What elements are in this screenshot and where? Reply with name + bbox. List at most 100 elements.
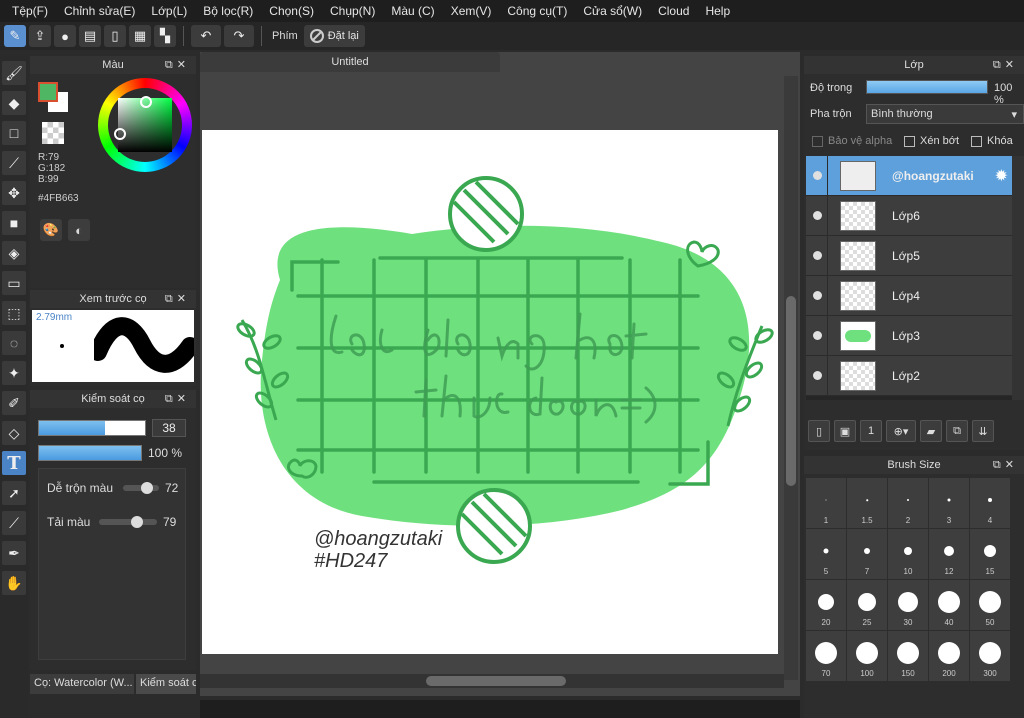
brush-size-cell[interactable]: 200 bbox=[929, 631, 969, 681]
brush-control-tab[interactable]: Kiểm soát c bbox=[136, 674, 196, 694]
select-eraser-tool[interactable]: ◇ bbox=[2, 421, 26, 445]
brush-size-cell[interactable]: 70 bbox=[806, 631, 846, 681]
brush-size-cell[interactable]: 5 bbox=[806, 529, 846, 579]
layer-visibility-toggle[interactable] bbox=[806, 356, 828, 396]
brush-size-cell[interactable]: 30 bbox=[888, 580, 928, 630]
load-slider[interactable] bbox=[99, 516, 157, 528]
menu-window[interactable]: Cửa sổ(W) bbox=[575, 4, 650, 18]
layer-list-scrollbar[interactable] bbox=[1012, 156, 1024, 400]
move-tool[interactable]: ✥ bbox=[2, 181, 26, 205]
fill-rect-tool[interactable]: ■ bbox=[2, 211, 26, 235]
message-button[interactable]: ▤ bbox=[79, 25, 101, 47]
panel-controls[interactable]: ⧉✕ bbox=[993, 458, 1018, 472]
brush-size-cell[interactable]: 10 bbox=[888, 529, 928, 579]
load-slider-knob[interactable] bbox=[131, 516, 143, 528]
palette-button[interactable]: 🎨 bbox=[40, 219, 62, 241]
panel-controls[interactable]: ⧉✕ bbox=[165, 392, 190, 406]
sv-picker[interactable] bbox=[140, 96, 152, 108]
layer-item[interactable]: Lớp4 bbox=[806, 276, 1012, 316]
menu-layer[interactable]: Lớp(L) bbox=[143, 4, 195, 18]
brush-size-cell[interactable]: 150 bbox=[888, 631, 928, 681]
lock-checkbox[interactable] bbox=[971, 136, 982, 147]
duplicate-layer-button[interactable]: ⧉ bbox=[946, 420, 968, 442]
panel-controls[interactable]: ⧉✕ bbox=[993, 58, 1018, 72]
layer-item[interactable]: Lớp5 bbox=[806, 236, 1012, 276]
brush-size-cell[interactable]: 100 bbox=[847, 631, 887, 681]
bucket-tool[interactable]: ◈ bbox=[2, 241, 26, 265]
mix-slider[interactable] bbox=[123, 482, 159, 494]
horizontal-scroll-thumb[interactable] bbox=[426, 676, 566, 686]
select-rect-tool[interactable]: ⬚ bbox=[2, 301, 26, 325]
share-button[interactable]: ⇪ bbox=[29, 25, 51, 47]
gallery-button[interactable]: ▦ bbox=[129, 25, 151, 47]
menu-filter[interactable]: Bộ lọc(R) bbox=[195, 4, 261, 18]
reset-button[interactable]: Đặt lại bbox=[303, 25, 365, 47]
line-tool[interactable]: ⟋ bbox=[2, 151, 26, 175]
menu-cloud[interactable]: Cloud bbox=[650, 4, 697, 18]
new-folder-button[interactable]: ▰ bbox=[920, 420, 942, 442]
grid-button[interactable]: ▚ bbox=[154, 25, 176, 47]
hand-tool[interactable]: ✋ bbox=[2, 571, 26, 595]
mix-palette-button[interactable]: ◐ bbox=[68, 219, 90, 241]
eyedropper-tool[interactable]: ✒ bbox=[2, 541, 26, 565]
lasso-tool[interactable]: ◌ bbox=[2, 331, 26, 355]
menu-view[interactable]: Xem(V) bbox=[443, 4, 500, 18]
brush-size-bar[interactable] bbox=[38, 420, 146, 436]
menu-select[interactable]: Chọn(S) bbox=[261, 4, 322, 18]
horizontal-scrollbar[interactable] bbox=[200, 674, 784, 688]
paint-mode-button[interactable]: ✎ bbox=[4, 25, 26, 47]
new-1bit-layer-button[interactable]: 1 bbox=[860, 420, 882, 442]
text-tool[interactable]: T bbox=[2, 451, 26, 475]
menu-file[interactable]: Tệp(F) bbox=[4, 4, 56, 18]
layer-visibility-toggle[interactable] bbox=[806, 316, 828, 356]
layer-visibility-toggle[interactable] bbox=[806, 236, 828, 276]
brush-size-value[interactable]: 38 bbox=[152, 419, 186, 437]
protect-alpha-checkbox[interactable] bbox=[812, 136, 823, 147]
divide-tool[interactable]: ⟋ bbox=[2, 511, 26, 535]
brush-size-cell[interactable]: 7 bbox=[847, 529, 887, 579]
layer-visibility-toggle[interactable] bbox=[806, 276, 828, 316]
brush-size-cell[interactable]: 1.5 bbox=[847, 478, 887, 528]
magic-wand-tool[interactable]: ✦ bbox=[2, 361, 26, 385]
gradient-tool[interactable]: ▭ bbox=[2, 271, 26, 295]
select-pen-tool[interactable]: ✐ bbox=[2, 391, 26, 415]
redo-button[interactable]: ↷ bbox=[224, 25, 254, 47]
vertical-scroll-thumb[interactable] bbox=[786, 296, 796, 486]
brush-size-cell[interactable]: 3 bbox=[929, 478, 969, 528]
new-halftone-layer-button[interactable]: ▣ bbox=[834, 420, 856, 442]
vertical-scrollbar[interactable] bbox=[784, 76, 798, 680]
comment-button[interactable]: ● bbox=[54, 25, 76, 47]
layer-item[interactable]: Lớp2 bbox=[806, 356, 1012, 396]
mix-slider-knob[interactable] bbox=[141, 482, 153, 494]
brush-opacity-bar[interactable] bbox=[38, 445, 142, 461]
brush-tab[interactable]: Cọ: Watercolor (W... bbox=[30, 674, 134, 694]
layer-visibility-toggle[interactable] bbox=[806, 196, 828, 236]
panel-controls[interactable]: ⧉✕ bbox=[165, 58, 190, 72]
brush-size-cell[interactable]: 2 bbox=[888, 478, 928, 528]
brush-size-cell[interactable]: 20 bbox=[806, 580, 846, 630]
foreground-color-swatch[interactable] bbox=[38, 82, 58, 102]
blend-mode-select[interactable]: Bình thường ▾ bbox=[866, 104, 1024, 124]
operation-tool[interactable]: ➚ bbox=[2, 481, 26, 505]
layer-opacity-bar[interactable] bbox=[866, 80, 988, 94]
merge-layer-button[interactable]: ⇊ bbox=[972, 420, 994, 442]
layer-visibility-toggle[interactable] bbox=[806, 156, 828, 196]
menu-capture[interactable]: Chụp(N) bbox=[322, 4, 383, 18]
brush-size-cell[interactable]: 50 bbox=[970, 580, 1010, 630]
document-tab[interactable]: Untitled bbox=[200, 52, 500, 72]
clipping-checkbox[interactable] bbox=[904, 136, 915, 147]
brush-size-cell[interactable]: 1 bbox=[806, 478, 846, 528]
transparent-color-swatch[interactable] bbox=[42, 122, 64, 144]
drawing-canvas[interactable]: @hoangzutaki #HD247 bbox=[202, 130, 778, 654]
brush-size-cell[interactable]: 40 bbox=[929, 580, 969, 630]
new-layer-button[interactable]: ▯ bbox=[808, 420, 830, 442]
gear-icon[interactable]: ✹ bbox=[995, 166, 1008, 186]
brush-size-cell[interactable]: 300 bbox=[970, 631, 1010, 681]
hue-picker[interactable] bbox=[114, 128, 126, 140]
brush-size-cell[interactable]: 4 bbox=[970, 478, 1010, 528]
brush-size-cell[interactable]: 12 bbox=[929, 529, 969, 579]
menu-tools[interactable]: Công cụ(T) bbox=[499, 4, 575, 18]
menu-color[interactable]: Màu (C) bbox=[383, 4, 442, 18]
menu-help[interactable]: Help bbox=[697, 4, 738, 18]
brush-size-cell[interactable]: 15 bbox=[970, 529, 1010, 579]
